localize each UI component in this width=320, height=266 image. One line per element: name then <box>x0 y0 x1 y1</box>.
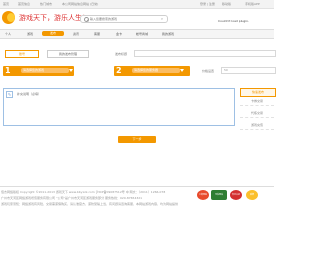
topbar-link-notice[interactable]: 本公司网站信息网站 (日常) <box>62 2 98 6</box>
sidebar-item-quick-publish[interactable]: 快速发布 <box>240 88 276 97</box>
edit-icon: ✎ <box>6 91 13 98</box>
nav-item-account-shop[interactable]: 帐号商城 <box>136 32 148 36</box>
nav-item-my-games[interactable]: 我的游戏 <box>162 32 174 36</box>
sidebar-item-card-trade[interactable]: 卡券交易 <box>240 98 274 106</box>
sidebar-item-boosting-trade[interactable]: 代练交易 <box>240 110 274 118</box>
nav-item-games[interactable]: 游戏 <box>27 32 33 36</box>
nav-item-news[interactable]: 资讯 <box>73 32 79 36</box>
footer-notice: 游戏玩家须知：网络游戏有风险，交易需谨慎购买，请认准官方，谨防受骗上当，有问题请… <box>1 202 179 206</box>
description-box: ✎ <box>3 88 235 126</box>
footer-divider <box>0 186 274 187</box>
topbar-link-app[interactable]: 手机版APP <box>245 2 260 6</box>
nav-item-personal[interactable]: 个人 <box>5 32 11 36</box>
topbar-link-home[interactable]: 首页 <box>3 2 9 6</box>
title-label: 发布标题 <box>115 52 128 56</box>
top-bar: 首页 首页信息 热门城市 本公司网站信息网站 (日常) 登录 | 注册 移动版 … <box>0 0 274 9</box>
security-seal-icon[interactable]: 安全认证 <box>230 190 242 200</box>
nav-item-publish[interactable]: 发布 <box>42 31 65 36</box>
nav-item-gold-card[interactable]: 金卡 <box>116 32 122 36</box>
description-textarea[interactable] <box>4 89 227 122</box>
chevron-down-icon <box>69 69 73 72</box>
site-logo[interactable]: 游戏天下，游乐人生！ <box>2 11 89 25</box>
topbar-link-login[interactable]: 登录 | 注册 <box>200 2 215 6</box>
type-button-account[interactable]: 账号 <box>5 50 39 58</box>
logo-slogan: 游戏天下，游乐人生！ <box>19 14 89 22</box>
logo-face-icon <box>7 13 15 22</box>
step2-number: 2 <box>116 66 122 75</box>
type-button-my-posts[interactable]: 我的发布管理 <box>47 50 89 58</box>
business-badge-icon[interactable]: 工商网监 <box>197 190 209 200</box>
topbar-link-info[interactable]: 首页信息 <box>18 2 30 6</box>
next-step-button[interactable]: 下一步 <box>118 136 156 143</box>
step1-number: 1 <box>5 66 11 75</box>
search-box: ⌕ <box>80 15 168 23</box>
step1-game-select[interactable]: 1 请选择您的游戏 <box>3 66 74 76</box>
step2-server-select[interactable]: 2 请选择您的服务器 <box>114 66 190 76</box>
shield-badge-icon[interactable]: 盾牌 <box>246 190 258 200</box>
trusted-site-badge-icon[interactable]: 可信网站 <box>211 190 227 200</box>
price-label: 价格设置 <box>202 69 215 73</box>
nav-item-service[interactable]: 客服 <box>94 32 100 36</box>
search-button[interactable]: ⌕ <box>159 16 165 22</box>
sidebar-item-game-recharge[interactable]: 游戏充值 <box>240 122 274 130</box>
footer-company: 广州市天河区网络游戏增值服务有限公司 “公司”是广州市天河区游戏服务部分 服务热… <box>1 196 143 200</box>
topbar-link-cities[interactable]: 热门城市 <box>40 2 52 6</box>
topbar-link-mobile[interactable]: 移动版 <box>222 2 231 6</box>
title-input[interactable] <box>134 50 276 57</box>
search-input[interactable] <box>81 16 164 21</box>
search-icon <box>84 17 89 22</box>
plugin-error-text: Couldn't load plugin. <box>218 19 250 23</box>
price-input[interactable]: 50 <box>221 67 276 74</box>
step2-select-label: 请选择您的服务器 <box>132 68 180 73</box>
footer-copyright: 佰杰网络版权 Copyright ©2011-2013 游戏天下 www.bby… <box>1 190 166 194</box>
main-nav: 个人 游戏 发布 资讯 客服 金卡 帐号商城 我的游戏 <box>0 29 274 39</box>
chevron-down-icon <box>180 69 184 72</box>
step1-select-label: 请选择您的游戏 <box>21 68 69 73</box>
